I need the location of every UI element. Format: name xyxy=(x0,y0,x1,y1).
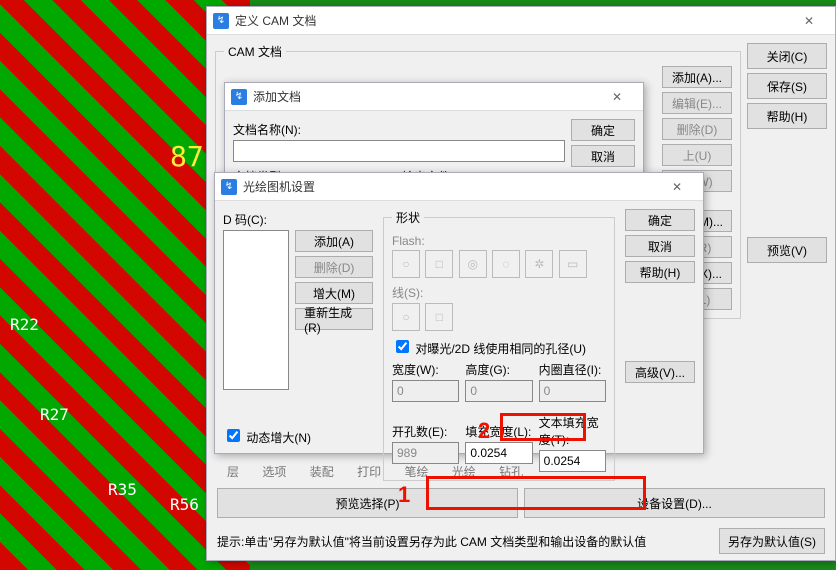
add-doc-name-field[interactable] xyxy=(233,140,565,162)
width-field xyxy=(392,380,459,402)
shape-square-icon[interactable]: □ xyxy=(425,250,453,278)
text-fill-width-field[interactable] xyxy=(539,450,606,472)
expose-check[interactable] xyxy=(396,340,409,353)
inner-field xyxy=(539,380,606,402)
close-icon[interactable]: ✕ xyxy=(597,83,637,110)
up-button[interactable]: 上(U) xyxy=(662,144,732,166)
height-field xyxy=(465,380,532,402)
regen-button[interactable]: 重新生成(R) xyxy=(295,308,373,330)
shape-annulus-icon[interactable]: ◌ xyxy=(492,250,520,278)
pcb-ref: R22 xyxy=(10,315,39,334)
marker-2-label: 2 xyxy=(478,418,490,444)
photoplotter-dialog: ↯ 光绘图机设置 ✕ D 码(C): 添加(A) 删除(D) 增大(M) 重新生… xyxy=(214,172,704,454)
close-icon[interactable]: ✕ xyxy=(789,7,829,34)
ok-button[interactable]: 确定 xyxy=(571,119,635,141)
edit-button[interactable]: 编辑(E)... xyxy=(662,92,732,114)
dynamic-enlarge-check[interactable] xyxy=(227,429,240,442)
shape-custom-icon[interactable]: ▭ xyxy=(559,250,587,278)
add-button[interactable]: 添加(A)... xyxy=(662,66,732,88)
save-button[interactable]: 保存(S) xyxy=(747,73,827,99)
preview-button[interactable]: 预览(V) xyxy=(747,237,827,263)
help-button[interactable]: 帮助(H) xyxy=(625,261,695,283)
line-square-icon[interactable]: □ xyxy=(425,303,453,331)
shape-thermal-icon[interactable]: ✲ xyxy=(525,250,553,278)
hint-text: 提示:单击"另存为默认值"将当前设置另存为此 CAM 文档类型和输出设备的默认值 xyxy=(217,533,713,550)
app-icon: ↯ xyxy=(213,13,229,29)
cancel-button[interactable]: 取消 xyxy=(625,235,695,257)
shape-round-icon[interactable]: ○ xyxy=(392,250,420,278)
app-icon: ↯ xyxy=(231,89,247,105)
dialog-title: 添加文档 xyxy=(253,88,597,105)
marker-2 xyxy=(500,413,586,441)
holes-field xyxy=(392,442,459,464)
pcb-ref: R27 xyxy=(40,405,69,424)
shape-oval-icon[interactable]: ◎ xyxy=(459,250,487,278)
ok-button[interactable]: 确定 xyxy=(625,209,695,231)
help-button[interactable]: 帮助(H) xyxy=(747,103,827,129)
line-round-icon[interactable]: ○ xyxy=(392,303,420,331)
advanced-button[interactable]: 高级(V)... xyxy=(625,361,695,383)
add-doc-dialog: ↯ 添加文档 ✕ 文档名称(N): 文档类型(T): 输出文件(F): 确定 取… xyxy=(224,82,644,174)
dialog-title: 光绘图机设置 xyxy=(243,178,657,195)
cancel-button[interactable]: 取消 xyxy=(571,145,635,167)
close-icon[interactable]: ✕ xyxy=(657,173,697,200)
dialog-title: 定义 CAM 文档 xyxy=(235,12,789,29)
del-dcode-button[interactable]: 删除(D) xyxy=(295,256,373,278)
dcode-list[interactable] xyxy=(223,230,289,390)
add-dcode-button[interactable]: 添加(A) xyxy=(295,230,373,252)
fill-width-field[interactable] xyxy=(465,442,532,464)
app-icon: ↯ xyxy=(221,179,237,195)
close-button[interactable]: 关闭(C) xyxy=(747,43,827,69)
pcb-ref: R56 xyxy=(170,495,199,514)
marker-1 xyxy=(426,476,646,510)
pcb-ref: 87 xyxy=(170,140,204,173)
marker-1-label: 1 xyxy=(398,482,410,508)
pcb-ref: R35 xyxy=(108,480,137,499)
delete-button[interactable]: 删除(D) xyxy=(662,118,732,140)
enlarge-button[interactable]: 增大(M) xyxy=(295,282,373,304)
save-default-button[interactable]: 另存为默认值(S) xyxy=(719,528,825,554)
